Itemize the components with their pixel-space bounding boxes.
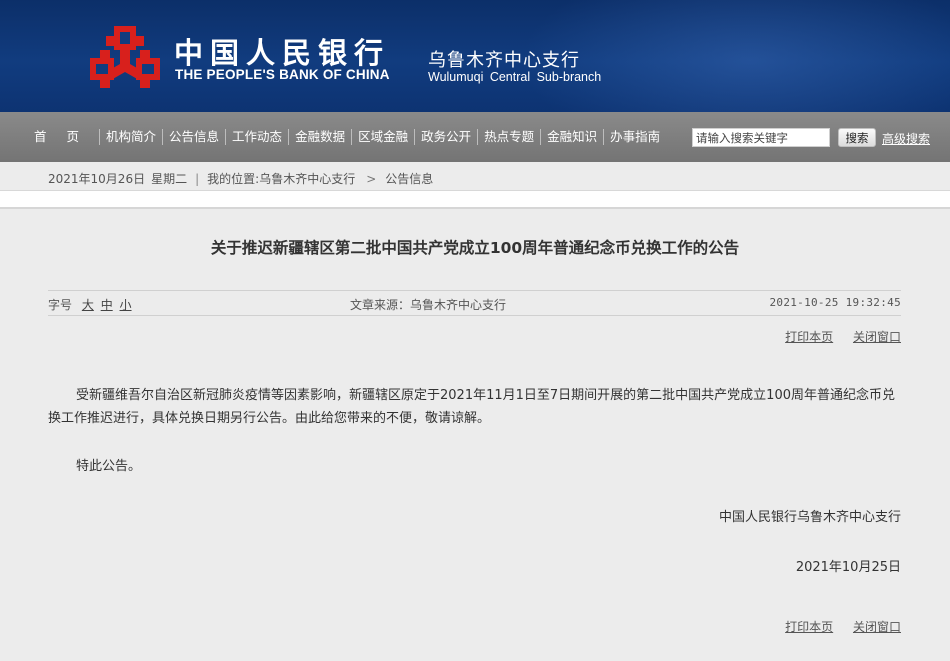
pboc-emblem-icon <box>90 26 160 88</box>
search-button[interactable]: 搜索 <box>838 128 876 147</box>
breadcrumb-bar: 2021年10月26日 星期二 | 我的位置: 乌鲁木齐中心支行 > 公告信息 <box>0 162 950 191</box>
font-size-label: 字号 <box>48 298 73 312</box>
breadcrumb: 2021年10月26日 星期二 | 我的位置: 乌鲁木齐中心支行 > 公告信息 <box>48 170 433 187</box>
font-size-medium[interactable]: 中 <box>101 298 113 312</box>
current-date: 2021年10月26日 <box>48 172 146 186</box>
search-input[interactable] <box>692 128 830 147</box>
article-paragraph: 特此公告。 <box>76 459 142 474</box>
breadcrumb-link-branch[interactable]: 乌鲁木齐中心支行 <box>259 170 355 187</box>
font-size-switcher: 字号 大 中 小 <box>48 296 132 313</box>
breadcrumb-link-announcements[interactable]: 公告信息 <box>385 170 433 187</box>
bank-name-cn: 中国人民银行 <box>174 36 391 70</box>
article-signature: 中国人民银行乌鲁木齐中心支行 <box>718 510 901 525</box>
site-header: 中国人民银行 THE PEOPLE'S BANK OF CHINA 乌鲁木齐中心… <box>0 0 950 112</box>
article-title: 关于推迟新疆辖区第二批中国共产党成立100周年普通纪念币兑换工作的公告 <box>210 239 740 257</box>
print-page-link[interactable]: 打印本页 <box>785 620 833 634</box>
article-panel <box>0 207 950 661</box>
advanced-search-link[interactable]: 高级搜索 <box>882 130 930 147</box>
branch-name-cn: 乌鲁木齐中心支行 <box>428 50 580 71</box>
article-tools-top: 打印本页 关闭窗口 <box>769 328 901 345</box>
nav-item-financial-knowledge[interactable]: 金融知识 <box>541 129 605 145</box>
nav-item-home[interactable]: 首页 <box>22 129 101 145</box>
chevron-right-icon: > <box>366 171 377 186</box>
close-window-link[interactable]: 关闭窗口 <box>853 330 901 344</box>
nav-item-announcements[interactable]: 公告信息 <box>163 129 227 145</box>
header-glow <box>520 0 950 112</box>
article-meta: 字号 大 中 小 文章来源：乌鲁木齐中心支行 2021-10-25 19:32:… <box>48 290 901 316</box>
nav-item-financial-data[interactable]: 金融数据 <box>289 129 353 145</box>
breadcrumb-separator: | <box>195 171 200 186</box>
nav-item-hot-topics[interactable]: 热点专题 <box>478 129 542 145</box>
nav-menu: 首页 机构简介 公告信息 工作动态 金融数据 区域金融 政务公开 热点专题 金融… <box>22 129 666 145</box>
nav-item-work-news[interactable]: 工作动态 <box>226 129 290 145</box>
font-size-large[interactable]: 大 <box>82 298 94 312</box>
nav-item-government-affairs[interactable]: 政务公开 <box>415 129 479 145</box>
article-paragraph: 受新疆维吾尔自治区新冠肺炎疫情等因素影响，新疆辖区原定于2021年11月1日至7… <box>48 388 895 426</box>
article-date: 2021年10月25日 <box>795 560 901 575</box>
location-label: 我的位置: <box>207 172 260 186</box>
branch-name-en: Wulumuqi Central Sub-branch <box>428 70 602 84</box>
article-source: 文章来源：乌鲁木齐中心支行 <box>350 298 507 312</box>
article-timestamp: 2021-10-25 19:32:45 <box>769 296 901 309</box>
print-page-link[interactable]: 打印本页 <box>785 330 833 344</box>
article-tools-bottom: 打印本页 关闭窗口 <box>769 618 901 635</box>
bank-name-en: THE PEOPLE'S BANK OF CHINA <box>175 67 390 82</box>
close-window-link[interactable]: 关闭窗口 <box>853 620 901 634</box>
current-weekday: 星期二 <box>151 172 188 186</box>
font-size-small[interactable]: 小 <box>120 298 132 312</box>
nav-item-service-guide[interactable]: 办事指南 <box>604 129 666 145</box>
nav-item-regional-finance[interactable]: 区域金融 <box>352 129 416 145</box>
nav-item-about[interactable]: 机构简介 <box>100 129 164 145</box>
